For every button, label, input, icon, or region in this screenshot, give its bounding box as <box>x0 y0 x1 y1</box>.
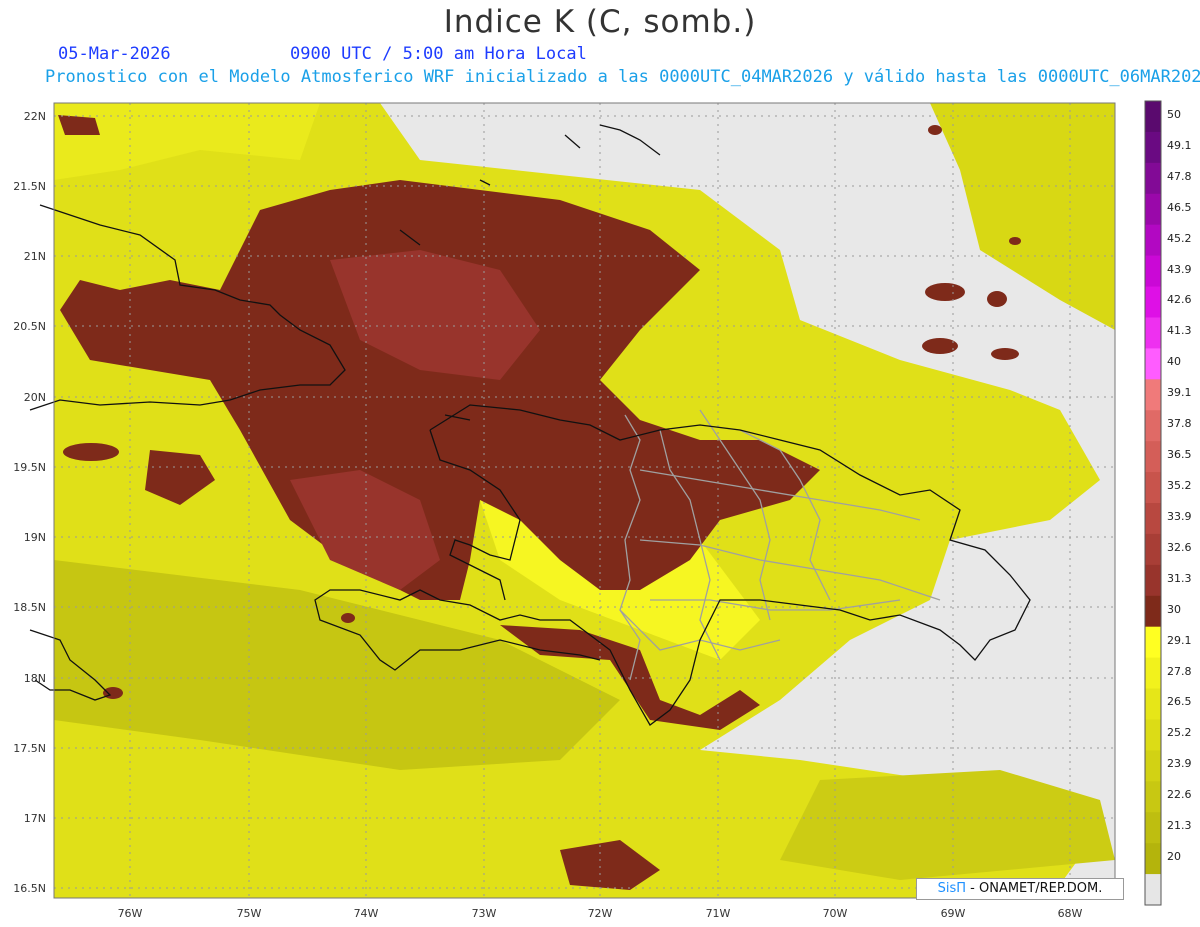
colorbar-tick-label: 21.3 <box>1167 819 1192 833</box>
credit-box: SisΠ - ONAMET/REP.DOM. <box>916 878 1124 900</box>
colorbar-swatch <box>1145 286 1161 318</box>
lon-label: 71W <box>705 907 731 920</box>
colorbar-tick-label: 45.2 <box>1167 231 1192 245</box>
lat-label: 21.5N <box>13 180 46 193</box>
colorbar-swatch <box>1145 379 1161 411</box>
lat-label: 21N <box>23 250 46 263</box>
colorbar-tick-label: 35.2 <box>1167 479 1192 492</box>
colorbar-tick-label: 42.6 <box>1167 293 1192 307</box>
colorbar-swatch <box>1145 255 1161 288</box>
colorbar-tick-label: 29.1 <box>1167 633 1192 647</box>
colorbar-swatch <box>1145 750 1161 782</box>
colorbar-tick-label: 36.5 <box>1167 448 1192 462</box>
credit-text: - ONAMET/REP.DOM. <box>966 881 1103 896</box>
colorbar-swatch <box>1145 162 1161 195</box>
lon-label: 70W <box>822 907 848 920</box>
lon-label: 76W <box>117 907 143 920</box>
lat-label: 20.5N <box>13 320 46 333</box>
k-index-field <box>54 103 1115 898</box>
colorbar-swatch <box>1145 131 1161 164</box>
lon-label: 73W <box>471 907 497 920</box>
colorbar-tick-label: 43.9 <box>1167 262 1192 276</box>
colorbar-tick-label: 46.5 <box>1167 200 1192 214</box>
k-index-spot-8 <box>341 613 355 623</box>
colorbar-swatch <box>1145 410 1161 442</box>
map-figure <box>29 100 1162 906</box>
k-index-spot-2 <box>987 291 1007 307</box>
colorbar-swatch <box>1145 812 1161 844</box>
colorbar <box>1145 101 1161 905</box>
colorbar-swatch <box>1145 101 1161 133</box>
lon-label: 72W <box>587 907 613 920</box>
lon-label: 68W <box>1057 907 1083 920</box>
k-index-spot-3 <box>922 338 958 354</box>
colorbar-tick-label: 23.9 <box>1167 757 1192 771</box>
colorbar-tick-label: 26.5 <box>1167 695 1192 709</box>
colorbar-swatch-below <box>1145 874 1161 905</box>
colorbar-tick-label: 50 <box>1167 107 1181 121</box>
colorbar-swatch <box>1145 688 1161 720</box>
colorbar-swatch <box>1145 348 1161 380</box>
k-index-spot-1 <box>925 283 965 301</box>
colorbar-tick-label: 22.6 <box>1167 788 1192 802</box>
colorbar-tick-label: 31.3 <box>1167 571 1192 585</box>
k-index-spot-4 <box>991 348 1019 360</box>
colorbar-swatch <box>1145 503 1161 535</box>
colorbar-tick-label: 41.3 <box>1167 324 1192 338</box>
colorbar-tick-label: 37.8 <box>1167 417 1192 431</box>
colorbar-swatch <box>1145 564 1161 597</box>
lat-label: 19.5N <box>13 461 46 474</box>
k-index-spot-6 <box>928 125 942 135</box>
colorbar-tick-label: 47.8 <box>1167 169 1192 183</box>
colorbar-swatch <box>1145 843 1161 875</box>
k-index-spot-7 <box>63 443 119 461</box>
lat-label: 18.5N <box>13 601 46 614</box>
colorbar-swatch <box>1145 441 1161 473</box>
colorbar-tick-label: 32.6 <box>1167 540 1192 554</box>
lat-label: 17N <box>23 812 46 825</box>
colorbar-swatch <box>1145 657 1161 690</box>
colorbar-tick-label: 30 <box>1167 602 1181 616</box>
k-index-brown-island-2 <box>58 115 100 135</box>
lat-label: 20N <box>23 391 46 404</box>
colorbar-swatch <box>1145 224 1161 257</box>
colorbar-swatch <box>1145 626 1161 659</box>
colorbar-swatch <box>1145 595 1161 628</box>
credit-brand: SisΠ <box>937 881 967 896</box>
colorbar-tick-label: 49.1 <box>1167 138 1192 152</box>
colorbar-swatch <box>1145 781 1161 813</box>
colorbar-tick-label: 20 <box>1167 850 1181 864</box>
lat-label: 19N <box>23 531 46 544</box>
colorbar-tick-label: 27.8 <box>1167 664 1192 678</box>
lat-label: 17.5N <box>13 742 46 755</box>
lon-label: 74W <box>353 907 379 920</box>
colorbar-tick-label: 25.2 <box>1167 726 1192 740</box>
lat-label: 16.5N <box>13 882 46 895</box>
colorbar-swatch <box>1145 472 1161 504</box>
lat-label: 22N <box>23 110 46 123</box>
colorbar-swatch <box>1145 317 1161 349</box>
lat-label: 18N <box>23 672 46 685</box>
colorbar-tick-label: 33.9 <box>1167 509 1192 523</box>
k-index-spot-9 <box>103 687 123 699</box>
lon-label: 75W <box>236 907 262 920</box>
colorbar-tick-label: 40 <box>1167 355 1181 369</box>
colorbar-swatch <box>1145 193 1161 226</box>
colorbar-tick-label: 39.1 <box>1167 386 1192 400</box>
colorbar-swatch <box>1145 719 1161 751</box>
lon-label: 69W <box>940 907 966 920</box>
colorbar-swatch <box>1145 533 1161 566</box>
k-index-spot-5 <box>1009 237 1021 245</box>
